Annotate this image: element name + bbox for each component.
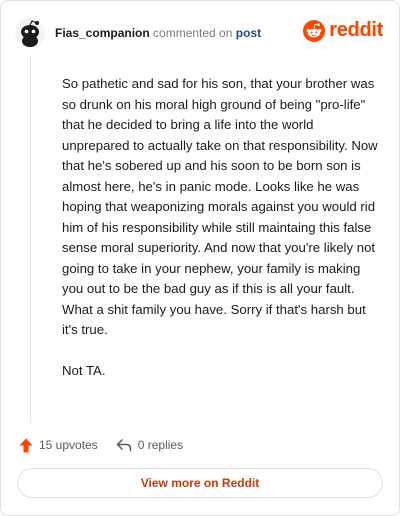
comment-actions: 15 upvotes 0 replies bbox=[19, 435, 201, 455]
reddit-alien-icon bbox=[303, 19, 326, 42]
comment-byline: Fias_companion commented on post bbox=[55, 25, 261, 41]
reddit-logo[interactable]: reddit bbox=[303, 19, 383, 42]
replies-button[interactable]: 0 replies bbox=[116, 438, 183, 452]
comment-body: So pathetic and sad for his son, that yo… bbox=[62, 74, 382, 401]
commented-on-text: commented on bbox=[153, 26, 233, 40]
thread-line[interactable] bbox=[30, 55, 31, 423]
reply-arrow-icon bbox=[116, 439, 131, 452]
upvote-count: 15 upvotes bbox=[39, 438, 98, 452]
snoo-avatar-icon bbox=[21, 20, 39, 47]
username[interactable]: Fias_companion bbox=[55, 26, 150, 40]
reply-count: 0 replies bbox=[137, 438, 184, 452]
avatar[interactable] bbox=[15, 18, 45, 48]
upvote-arrow-icon bbox=[19, 438, 33, 452]
embedded-comment-card: Fias_companion commented on post reddit … bbox=[0, 0, 400, 516]
view-more-on-reddit-button[interactable]: View more on Reddit bbox=[17, 468, 383, 498]
comment-paragraph: So pathetic and sad for his son, that yo… bbox=[62, 76, 378, 337]
post-link[interactable]: post bbox=[236, 26, 261, 40]
upvote-button[interactable]: 15 upvotes bbox=[19, 438, 98, 453]
comment-paragraph: Not TA. bbox=[62, 362, 106, 378]
reddit-wordmark: reddit bbox=[329, 19, 383, 41]
